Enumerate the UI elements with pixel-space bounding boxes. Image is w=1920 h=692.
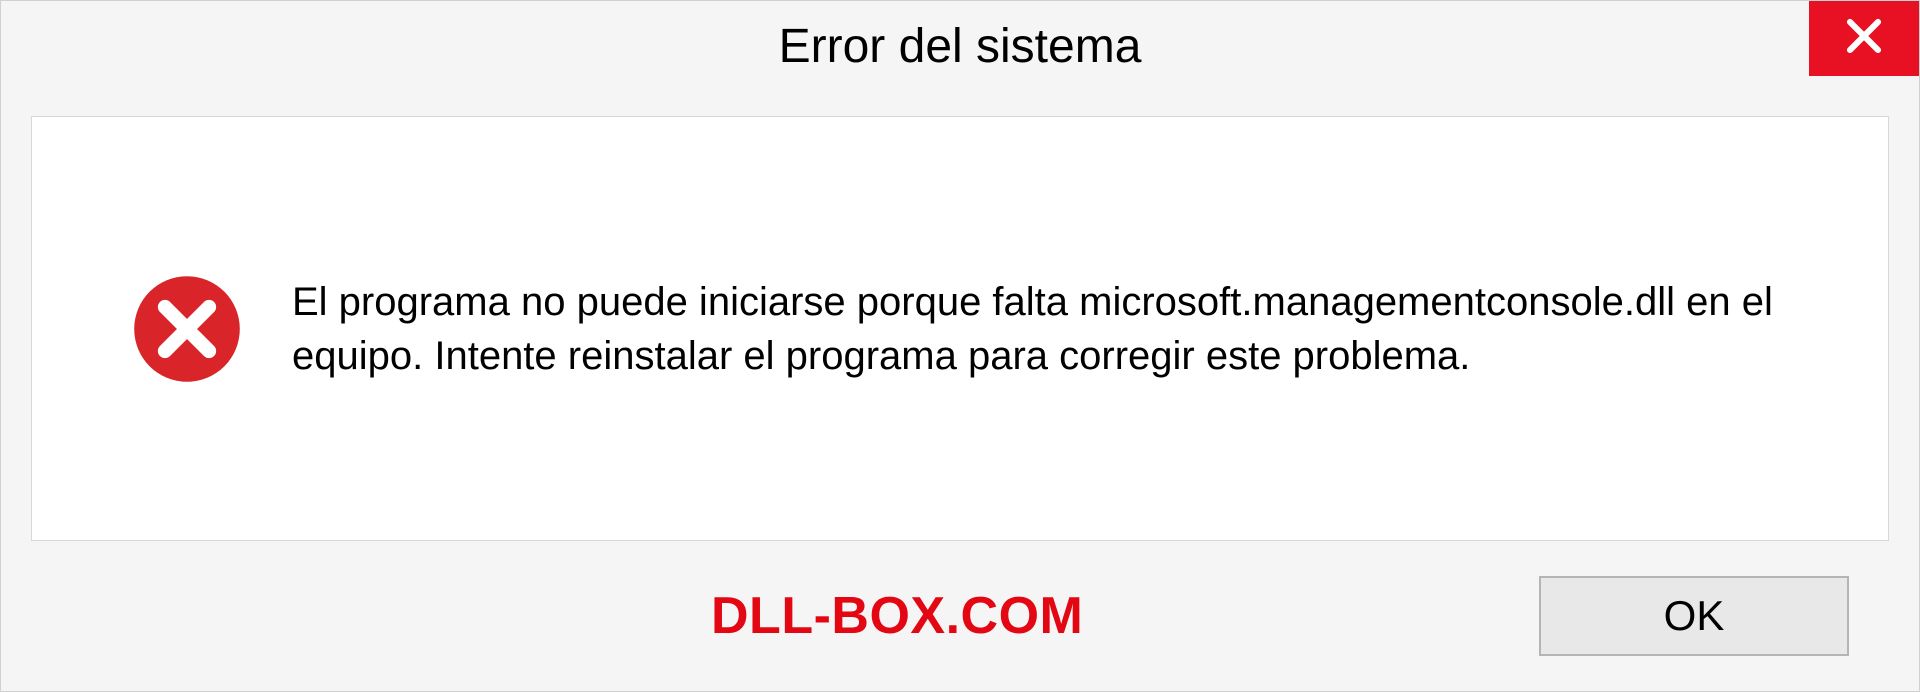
ok-button[interactable]: OK bbox=[1539, 576, 1849, 656]
message-panel: El programa no puede iniciarse porque fa… bbox=[31, 116, 1889, 541]
dialog-title: Error del sistema bbox=[779, 19, 1142, 74]
error-dialog: Error del sistema El programa no puede i… bbox=[0, 0, 1920, 692]
titlebar: Error del sistema bbox=[1, 1, 1919, 96]
watermark-text: DLL-BOX.COM bbox=[711, 586, 1083, 646]
close-button[interactable] bbox=[1809, 1, 1919, 76]
dialog-footer: DLL-BOX.COM OK bbox=[31, 541, 1889, 691]
content-area: El programa no puede iniciarse porque fa… bbox=[1, 96, 1919, 691]
error-message: El programa no puede iniciarse porque fa… bbox=[292, 275, 1808, 383]
error-icon bbox=[132, 274, 242, 384]
close-icon bbox=[1843, 15, 1885, 62]
